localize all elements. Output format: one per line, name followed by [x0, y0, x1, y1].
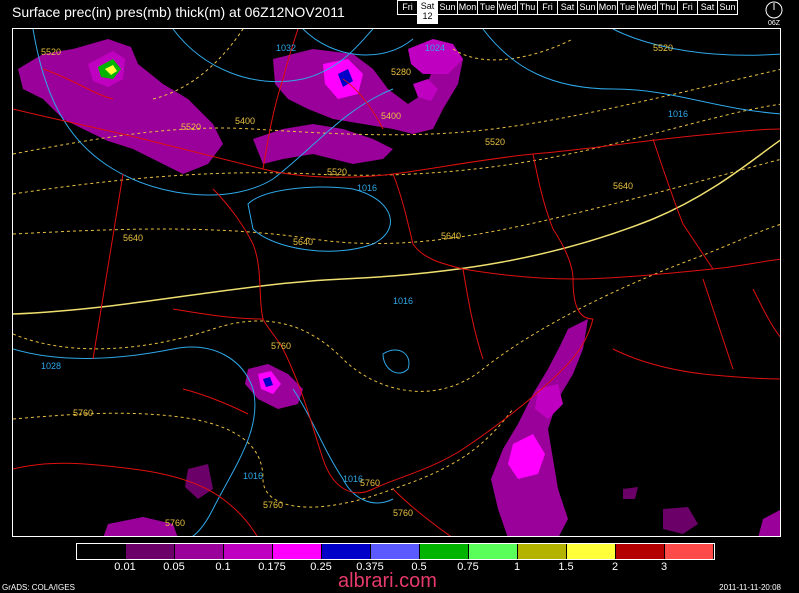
day-tab-15[interactable]: Sat	[697, 0, 718, 15]
thickness-label-8: 5640	[123, 233, 143, 243]
legend-label-2: 0.1	[215, 561, 231, 573]
legend-swatch-10	[567, 544, 616, 559]
day-selector[interactable]: Fri Sat 12 Sun Mon Tue Wed Thu Fri Sat Sun Mon Tue We…	[397, 0, 738, 24]
thickness-label-2: 5400	[235, 116, 255, 126]
thickness-label-7: 5520	[653, 43, 673, 53]
day-tab-label: Tue	[479, 2, 496, 12]
day-tab-10[interactable]: Mon	[597, 0, 618, 15]
thickness-label-17: 5760	[393, 508, 413, 518]
day-tab-13[interactable]: Thu	[657, 0, 678, 15]
isobar-label-5: 1028	[41, 361, 61, 371]
thickness-label-11: 5640	[613, 181, 633, 191]
isobar-label-6: 1016	[243, 471, 263, 481]
thickness-label-12: 5760	[271, 341, 291, 351]
day-tab-8[interactable]: Sat	[557, 0, 578, 15]
thickness-label-4: 5400	[381, 111, 401, 121]
day-tab-label: Mon	[458, 2, 477, 12]
legend-swatch-9	[518, 544, 567, 559]
legend-swatch-0	[77, 544, 126, 559]
thickness-label-16: 5760	[165, 518, 185, 528]
footer-credit: GrADS: COLA/IGES	[2, 583, 75, 592]
day-tab-12[interactable]: Wed	[637, 0, 658, 15]
svg-text:06Z: 06Z	[768, 20, 781, 26]
legend-swatch-8	[469, 544, 518, 559]
day-tab-1[interactable]: Sat 12	[417, 0, 438, 24]
day-tab-2[interactable]: Sun	[437, 0, 458, 15]
day-tab-date: 12	[422, 11, 433, 21]
legend-swatch-11	[616, 544, 665, 559]
day-tab-label: Fri	[542, 2, 553, 12]
day-tab-label: Thu	[659, 2, 676, 12]
thickness-label-13: 5760	[73, 408, 93, 418]
day-tab-7[interactable]: Fri	[537, 0, 558, 15]
thickness-label-6: 5520	[327, 167, 347, 177]
day-tab-14[interactable]: Fri	[677, 0, 698, 15]
day-tab-4[interactable]: Tue	[477, 0, 498, 15]
day-tab-label: Tue	[619, 2, 636, 12]
day-tab-label: Sun	[719, 2, 736, 12]
day-tab-11[interactable]: Tue	[617, 0, 638, 15]
day-tab-label: Wed	[638, 2, 657, 12]
legend-swatch-6	[371, 544, 420, 559]
legend-label-4: 0.25	[310, 561, 332, 573]
legend-label-8: 1	[513, 561, 521, 573]
day-tab-label: Mon	[598, 2, 617, 12]
isobar-label-4: 1016	[393, 296, 413, 306]
thickness-5580	[13, 139, 780, 315]
day-tab-16[interactable]: Sun	[717, 0, 738, 15]
day-tab-6[interactable]: Thu	[517, 0, 538, 15]
day-tab-5[interactable]: Wed	[497, 0, 518, 15]
day-tab-label: Sat	[420, 1, 435, 11]
day-tab-label: Wed	[498, 2, 517, 12]
watermark-text: albrari.com	[338, 570, 437, 592]
thickness-label-5: 5520	[485, 137, 505, 147]
legend-swatch-4	[273, 544, 322, 559]
legend-label-1: 0.05	[163, 561, 185, 573]
isobar-label-3: 1016	[668, 109, 688, 119]
day-tab-label: Fri	[402, 2, 413, 12]
legend-label-9: 1.5	[558, 561, 574, 573]
isobar-label-1: 1024	[425, 43, 445, 53]
legend-swatch-7	[420, 544, 469, 559]
weather-map: 1032 1024 1016 1016 1016 1028 1016 1016 5520 552…	[12, 28, 781, 537]
legend-label-0: 0.01	[114, 561, 136, 573]
clock-icon: 06Z	[765, 1, 783, 26]
thickness-label-14: 5760	[263, 500, 283, 510]
thickness-label-10: 5640	[441, 231, 461, 241]
day-tab-label: Sat	[700, 2, 715, 12]
legend-label-3: 0.175	[258, 561, 286, 573]
thickness-label-1: 5520	[181, 122, 201, 132]
thickness-label-9: 5640	[293, 237, 313, 247]
day-tab-label: Sun	[439, 2, 456, 12]
day-tab-0[interactable]: Fri	[397, 0, 418, 15]
footer-timestamp: 2011-11-11-20:08	[719, 583, 781, 592]
day-tab-3[interactable]: Mon	[457, 0, 478, 15]
map-title: Surface prec(in) pres(mb) thick(m) at 06…	[12, 4, 345, 20]
legend-label-11: 3	[660, 561, 668, 573]
day-tab-label: Sun	[579, 2, 596, 12]
legend-label-10: 2	[611, 561, 619, 573]
legend-swatch-5	[322, 544, 371, 559]
legend-swatch-12	[665, 544, 714, 559]
precip-color-legend	[76, 543, 715, 560]
isobar-label-0: 1032	[276, 43, 296, 53]
day-tab-label: Thu	[519, 2, 536, 12]
day-tab-label: Fri	[682, 2, 693, 12]
legend-swatch-1	[126, 544, 175, 559]
thickness-label-15: 5760	[360, 478, 380, 488]
day-tab-9[interactable]: Sun	[577, 0, 598, 15]
legend-swatch-3	[224, 544, 273, 559]
isobar-label-2: 1016	[357, 183, 377, 193]
thickness-label-3: 5280	[391, 67, 411, 77]
day-tab-label: Sat	[560, 2, 575, 12]
legend-swatch-2	[175, 544, 224, 559]
map-canvas: 1032 102410161016101610281016 1016 5520552…	[13, 29, 780, 536]
thickness-label-0: 5520	[41, 47, 61, 57]
legend-label-7: 0.75	[457, 561, 479, 573]
